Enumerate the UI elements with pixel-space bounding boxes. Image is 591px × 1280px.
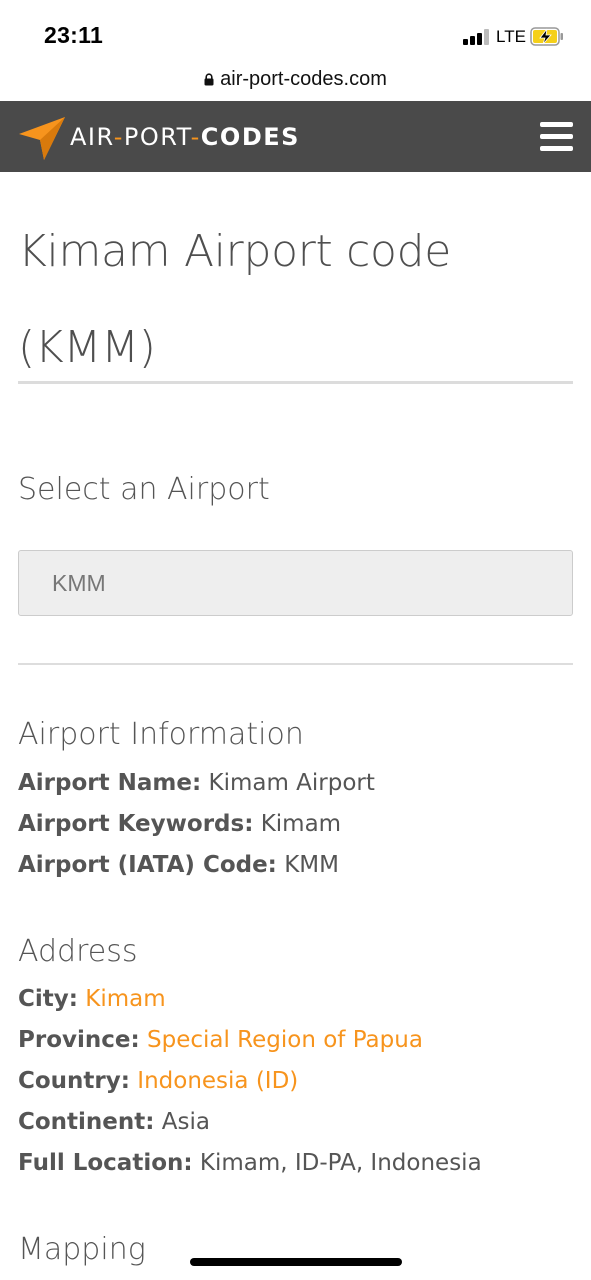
signal-icon [463,29,491,45]
airport-name-row: Airport Name: Kimam Airport [18,770,375,796]
city-link[interactable]: Kimam [85,986,165,1012]
continent-row: Continent: Asia [18,1109,210,1135]
address-heading: Address [18,934,138,969]
airport-select-value: KMM [52,570,106,596]
paper-plane-logo-icon[interactable] [17,113,67,163]
lock-icon [204,73,214,86]
site-logo[interactable]: AIR-PORT-CODES [70,123,300,151]
country-link[interactable]: Indonesia (ID) [137,1068,298,1094]
home-indicator[interactable] [190,1258,402,1266]
page-title: Kimam Airport code (KMM) [18,226,452,373]
browser-url-bar[interactable]: air-port-codes.com [0,66,591,101]
city-row: City: Kimam [18,986,166,1012]
status-time: 23:11 [44,22,104,48]
status-bar: 23:11 LTE [0,0,591,66]
airport-select-input[interactable]: KMM [18,550,573,616]
url-text: air-port-codes.com [220,68,387,90]
section-divider [18,663,573,665]
airport-info-heading: Airport Information [18,717,304,752]
title-divider [18,381,573,384]
select-airport-heading: Select an Airport [18,472,270,507]
hamburger-menu-icon[interactable] [540,122,573,152]
full-location-row: Full Location: Kimam, ID-PA, Indonesia [18,1150,482,1176]
network-type: LTE [496,27,526,46]
country-row: Country: Indonesia (ID) [18,1068,299,1094]
province-row: Province: Special Region of Papua [18,1027,423,1053]
mapping-heading: Mapping [18,1232,146,1267]
site-header: AIR-PORT-CODES [0,101,591,172]
airport-code-row: Airport (IATA) Code: KMM [18,852,339,878]
battery-charging-icon [530,27,563,46]
province-link[interactable]: Special Region of Papua [147,1027,423,1053]
airport-keywords-row: Airport Keywords: Kimam [18,811,342,837]
